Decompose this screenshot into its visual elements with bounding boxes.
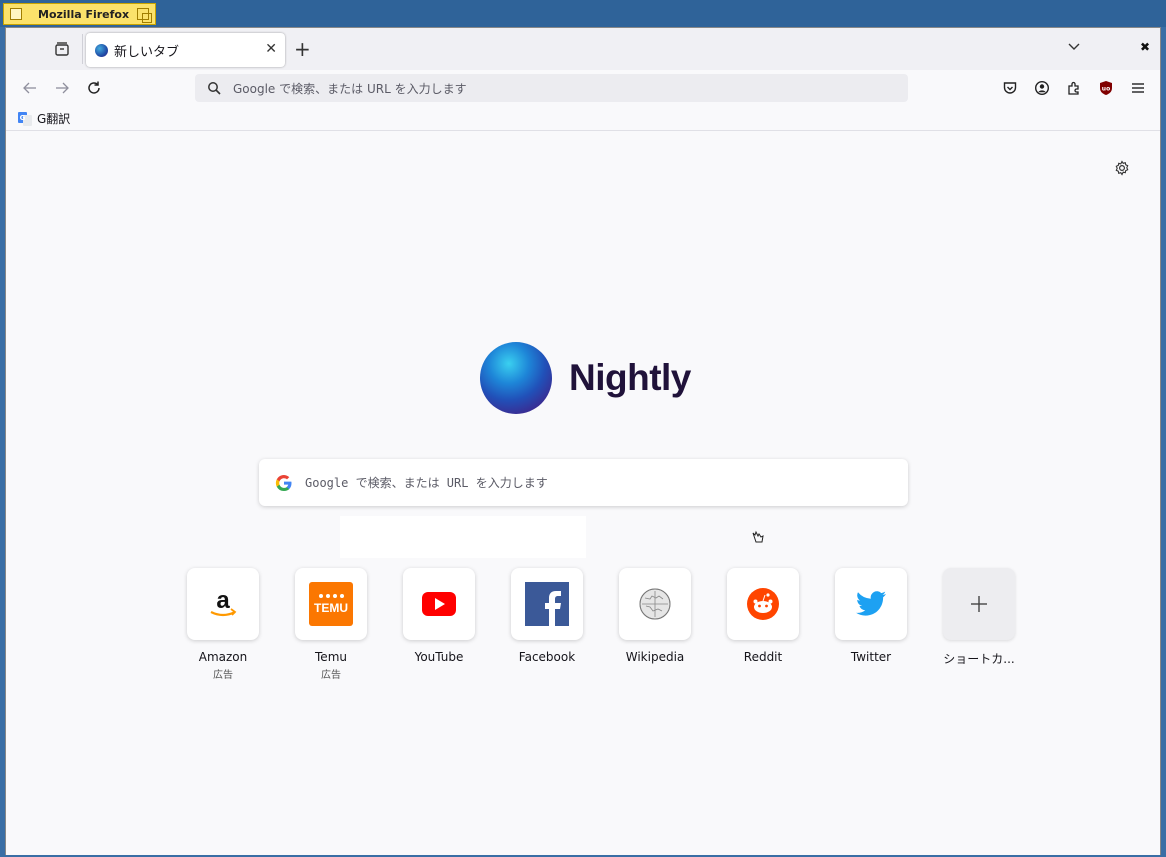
tile-label: Amazon — [198, 650, 248, 664]
svg-text:a: a — [216, 587, 230, 614]
tile-icon-box — [511, 568, 583, 640]
twitter-bird-icon — [856, 591, 886, 616]
window-menu-icon[interactable] — [10, 8, 22, 20]
facebook-icon — [525, 582, 569, 626]
nightly-logo: Nightly — [480, 342, 691, 414]
reload-icon — [88, 81, 100, 94]
newtab-search-placeholder: Google で検索、または URL を入力します — [305, 476, 548, 490]
newtab-search-input[interactable]: Google で検索、または URL を入力します — [259, 459, 908, 506]
personalize-button[interactable] — [1114, 160, 1130, 180]
top-site-reddit[interactable]: Reddit — [709, 568, 817, 681]
bookmark-google-translate[interactable]: G G翻訳 — [18, 110, 70, 127]
tile-label: Wikipedia — [625, 650, 685, 664]
wikipedia-globe-icon — [639, 588, 671, 620]
tile-icon-box — [619, 568, 691, 640]
tab-close-icon[interactable]: ✕ — [265, 41, 277, 57]
bookmark-label: G翻訳 — [37, 112, 71, 126]
url-bar[interactable]: Google で検索、または URL を入力します — [195, 74, 908, 102]
ublock-button[interactable]: uo — [1095, 77, 1117, 99]
chevron-down-icon — [1068, 43, 1080, 50]
puzzle-icon — [1068, 81, 1079, 95]
tile-label: ショートカ... — [943, 652, 1015, 666]
tab-title: 新しいタブ — [114, 44, 180, 60]
add-shortcut-box — [943, 568, 1015, 640]
arrow-right-icon — [56, 82, 69, 94]
top-site-twitter[interactable]: Twitter — [817, 568, 925, 681]
tile-label: Temu — [315, 650, 347, 664]
tile-label: YouTube — [414, 650, 464, 664]
url-bar-placeholder: Google で検索、または URL を入力します — [233, 81, 467, 96]
ublock-origin-icon: uo — [1100, 81, 1112, 95]
tab-new-tab[interactable]: 新しいタブ ✕ — [86, 33, 285, 67]
hamburger-menu-icon — [1132, 83, 1144, 93]
tile-icon-box — [727, 568, 799, 640]
tile-icon-box — [403, 568, 475, 640]
brand-wordmark: Nightly — [569, 357, 691, 398]
pocket-button[interactable] — [999, 77, 1021, 99]
account-button[interactable] — [1031, 77, 1053, 99]
os-titlebar: Mozilla Firefox — [0, 0, 1166, 27]
new-tab-button[interactable]: + — [294, 37, 311, 61]
top-sites: a Amazon 広告 TEMU Temu 広告 YouTube Faceboo… — [169, 568, 1033, 681]
browser-window: 新しいタブ ✕ + ✖ Google で検索、または URL を入力します uo… — [5, 27, 1161, 855]
gear-icon — [1115, 160, 1129, 176]
svg-text:uo: uo — [1102, 86, 1110, 93]
plus-icon — [971, 596, 987, 612]
extensions-button[interactable] — [1063, 77, 1085, 99]
navigation-toolbar: Google で検索、または URL を入力します uo — [6, 70, 1160, 106]
top-site-amazon[interactable]: a Amazon 広告 — [169, 568, 277, 681]
reddit-icon — [747, 588, 779, 620]
nightly-globe-icon — [480, 342, 552, 414]
app-menu-button[interactable] — [1127, 77, 1149, 99]
search-icon — [208, 82, 221, 95]
tab-bar: 新しいタブ ✕ + ✖ — [6, 28, 1160, 70]
pocket-icon — [1003, 82, 1017, 94]
tile-icon-box: TEMU — [295, 568, 367, 640]
tile-label: Twitter — [850, 650, 892, 664]
add-shortcut[interactable]: ショートカ... — [925, 568, 1033, 681]
top-site-temu[interactable]: TEMU Temu 広告 — [277, 568, 385, 681]
back-button[interactable] — [18, 76, 42, 100]
tile-label: Facebook — [518, 650, 576, 664]
top-site-facebook[interactable]: Facebook — [493, 568, 601, 681]
tile-label: Reddit — [743, 650, 783, 664]
amazon-icon: a — [210, 587, 237, 617]
new-tab-page: Nightly Google で検索、または URL を入力します a Amaz… — [6, 132, 1160, 855]
google-translate-icon: G — [18, 111, 32, 126]
window-restore-icon[interactable] — [137, 8, 152, 23]
top-site-wikipedia[interactable]: Wikipedia — [601, 568, 709, 681]
tab-separator — [82, 34, 83, 64]
hand-cursor-icon — [750, 530, 766, 550]
sponsored-label: 広告 — [321, 670, 341, 681]
account-icon — [1034, 80, 1050, 96]
google-icon — [275, 474, 292, 491]
blank-panel — [340, 516, 586, 558]
window-close-button[interactable]: ✖ — [1140, 40, 1150, 54]
temu-icon: TEMU — [309, 582, 353, 626]
tile-icon-box — [835, 568, 907, 640]
bookmarks-toolbar: G G翻訳 — [6, 106, 1160, 131]
forward-button[interactable] — [50, 76, 74, 100]
youtube-icon — [422, 592, 456, 616]
top-site-youtube[interactable]: YouTube — [385, 568, 493, 681]
nightly-favicon-icon — [95, 43, 108, 57]
sponsored-label: 広告 — [213, 670, 233, 681]
os-window-title-tab[interactable]: Mozilla Firefox — [3, 3, 156, 25]
arrow-left-icon — [23, 82, 36, 94]
tile-icon-box: a — [187, 568, 259, 640]
reload-button[interactable] — [82, 76, 106, 100]
firefox-view-button[interactable] — [50, 37, 74, 61]
list-all-tabs-button[interactable] — [1066, 38, 1082, 58]
svg-text:G: G — [20, 114, 26, 122]
os-window-title: Mozilla Firefox — [38, 7, 130, 21]
svg-text:TEMU: TEMU — [314, 601, 348, 615]
firefox-view-icon — [55, 42, 69, 56]
